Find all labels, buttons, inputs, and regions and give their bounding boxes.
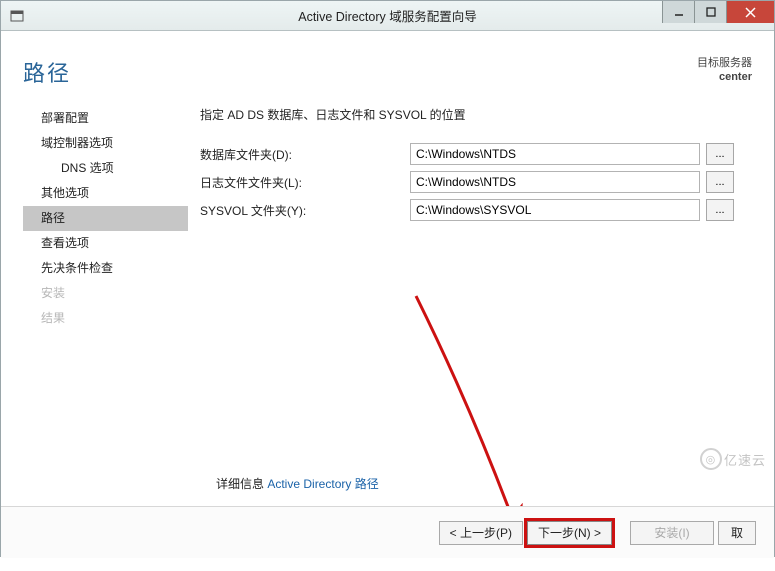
browse-button-0[interactable]: ... <box>706 143 734 165</box>
minimize-button[interactable] <box>662 1 694 23</box>
section-description: 指定 AD DS 数据库、日志文件和 SYSVOL 的位置 <box>200 106 752 123</box>
install-button: 安装(I) <box>630 521 714 545</box>
cancel-button[interactable]: 取 <box>718 521 756 545</box>
sidebar-item-6[interactable]: 先决条件检查 <box>23 256 188 281</box>
browse-button-2[interactable]: ... <box>706 199 734 221</box>
sidebar-item-4[interactable]: 路径 <box>23 206 188 231</box>
path-label-1: 日志文件文件夹(L): <box>200 174 410 191</box>
browse-button-1[interactable]: ... <box>706 171 734 193</box>
more-info-link[interactable]: Active Directory 路径 <box>267 477 378 491</box>
watermark: ◎ 亿速云 <box>700 448 766 470</box>
sidebar-item-3[interactable]: 其他选项 <box>23 181 188 206</box>
target-server-box: 目标服务器 center <box>697 56 752 85</box>
path-label-2: SYSVOL 文件夹(Y): <box>200 202 410 219</box>
next-button[interactable]: 下一步(N) > <box>527 521 612 545</box>
wizard-sidebar: 部署配置域控制器选项DNS 选项其他选项路径查看选项先决条件检查安装结果 <box>23 106 188 476</box>
path-input-1[interactable] <box>410 171 700 193</box>
target-server-label: 目标服务器 <box>697 56 752 70</box>
app-icon <box>7 6 27 26</box>
close-button[interactable] <box>726 1 774 23</box>
maximize-button[interactable] <box>694 1 726 23</box>
path-row-1: 日志文件文件夹(L):... <box>200 169 752 195</box>
wizard-footer: < 上一步(P) 下一步(N) > 安装(I) 取 <box>1 506 774 558</box>
more-info-row: 详细信息 Active Directory 路径 <box>216 475 379 492</box>
path-input-0[interactable] <box>410 143 700 165</box>
page-title: 路径 <box>23 56 71 88</box>
sidebar-item-8: 结果 <box>23 306 188 331</box>
sidebar-item-0[interactable]: 部署配置 <box>23 106 188 131</box>
sidebar-item-5[interactable]: 查看选项 <box>23 231 188 256</box>
window-title: Active Directory 域服务配置向导 <box>1 6 774 25</box>
watermark-icon: ◎ <box>700 448 722 470</box>
path-row-2: SYSVOL 文件夹(Y):... <box>200 197 752 223</box>
path-row-0: 数据库文件夹(D):... <box>200 141 752 167</box>
sidebar-item-1[interactable]: 域控制器选项 <box>23 131 188 156</box>
previous-button[interactable]: < 上一步(P) <box>439 521 523 545</box>
path-label-0: 数据库文件夹(D): <box>200 146 410 163</box>
sidebar-item-7: 安装 <box>23 281 188 306</box>
watermark-text: 亿速云 <box>724 450 766 469</box>
path-input-2[interactable] <box>410 199 700 221</box>
more-info-prefix: 详细信息 <box>216 477 267 491</box>
sidebar-item-2[interactable]: DNS 选项 <box>23 156 188 181</box>
target-server-name: center <box>697 70 752 84</box>
titlebar: Active Directory 域服务配置向导 <box>1 1 774 31</box>
